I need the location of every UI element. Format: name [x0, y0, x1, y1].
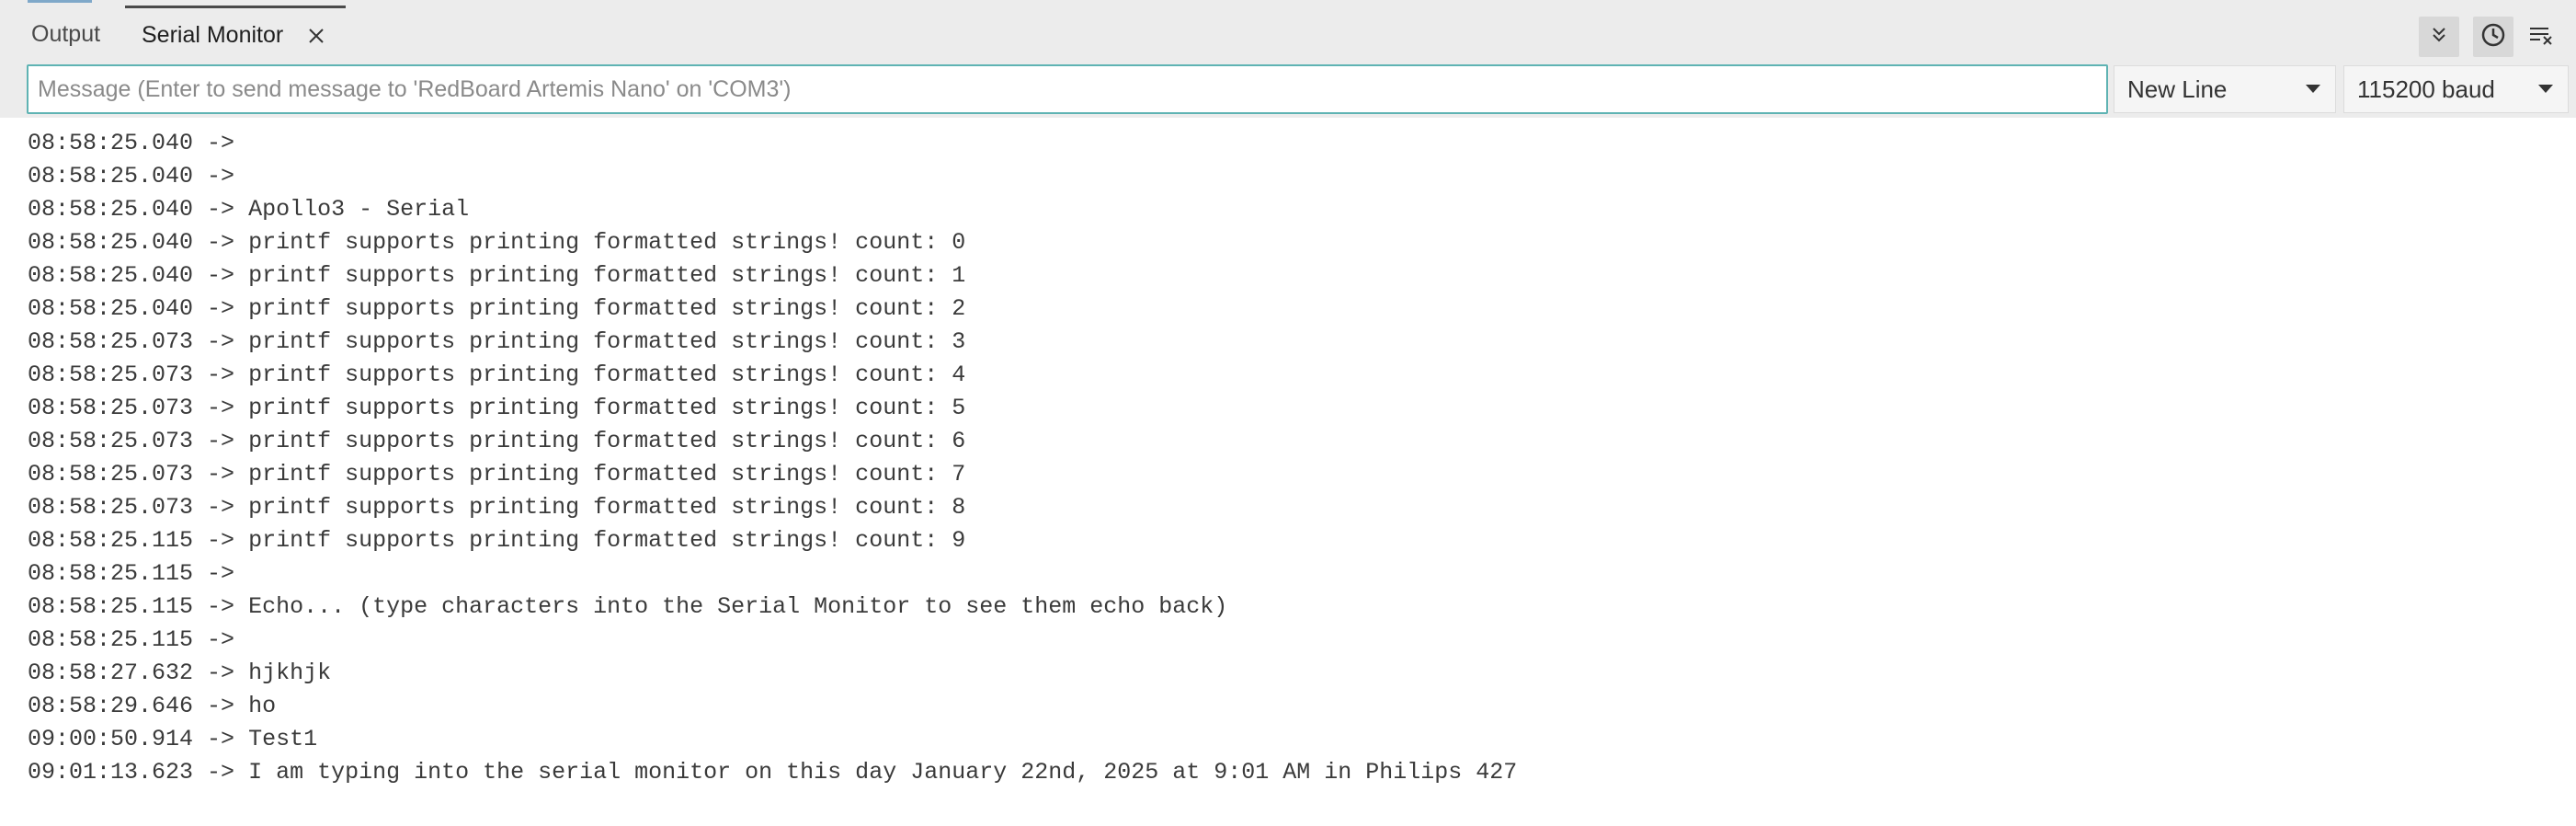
- serial-monitor-panel: Output Serial Monitor Message (Enter to …: [0, 0, 2576, 826]
- line-ending-value: New Line: [2127, 75, 2228, 103]
- log-message: printf supports printing formatted strin…: [248, 361, 966, 388]
- log-arrow: ->: [207, 163, 235, 189]
- log-line: 09:00:50.914 -> Test1: [28, 723, 2565, 756]
- log-line: 08:58:25.040 -> printf supports printing…: [28, 226, 2565, 259]
- log-message: printf supports printing formatted strin…: [248, 527, 966, 554]
- log-timestamp: 08:58:25.115: [28, 527, 194, 554]
- toggle-autoscroll-button[interactable]: [2419, 17, 2459, 57]
- log-message: printf supports printing formatted strin…: [248, 461, 966, 488]
- log-message: Apollo3 - Serial: [248, 196, 470, 223]
- log-message: printf supports printing formatted strin…: [248, 262, 966, 289]
- log-arrow: ->: [207, 560, 235, 587]
- log-arrow: ->: [207, 593, 235, 620]
- log-timestamp: 08:58:25.040: [28, 163, 194, 189]
- caret-down-icon: [2306, 85, 2320, 93]
- log-line: 08:58:29.646 -> ho: [28, 690, 2565, 723]
- log-arrow: ->: [207, 626, 235, 653]
- log-timestamp: 08:58:25.115: [28, 626, 194, 653]
- log-arrow: ->: [207, 660, 235, 686]
- log-message: ho: [248, 693, 277, 719]
- tab-serial-monitor[interactable]: Serial Monitor: [125, 6, 347, 63]
- log-line: 08:58:25.073 -> printf supports printing…: [28, 491, 2565, 524]
- log-line: 08:58:25.073 -> printf supports printing…: [28, 392, 2565, 425]
- log-timestamp: 08:58:25.040: [28, 196, 194, 223]
- log-timestamp: 08:58:25.040: [28, 262, 194, 289]
- log-line: 08:58:25.115 ->: [28, 557, 2565, 591]
- log-line: 08:58:25.040 -> Apollo3 - Serial: [28, 193, 2565, 226]
- log-timestamp: 09:01:13.623: [28, 759, 194, 786]
- log-arrow: ->: [207, 328, 235, 355]
- log-arrow: ->: [207, 196, 235, 223]
- log-message: printf supports printing formatted strin…: [248, 494, 966, 521]
- log-line: 08:58:25.073 -> printf supports printing…: [28, 326, 2565, 359]
- log-line: 08:58:25.115 -> printf supports printing…: [28, 524, 2565, 557]
- log-arrow: ->: [207, 295, 235, 322]
- log-arrow: ->: [207, 494, 235, 521]
- log-timestamp: 08:58:25.073: [28, 328, 194, 355]
- log-line: 08:58:25.115 -> Echo... (type characters…: [28, 591, 2565, 624]
- log-timestamp: 08:58:25.115: [28, 593, 194, 620]
- log-line: 08:58:25.040 -> printf supports printing…: [28, 259, 2565, 293]
- clear-output-icon: [2528, 24, 2554, 51]
- log-arrow: ->: [207, 130, 235, 156]
- log-timestamp: 08:58:25.073: [28, 428, 194, 454]
- log-arrow: ->: [207, 693, 235, 719]
- log-line: 08:58:25.073 -> printf supports printing…: [28, 458, 2565, 491]
- log-line: 08:58:25.073 -> printf supports printing…: [28, 425, 2565, 458]
- log-line: 08:58:25.115 ->: [28, 624, 2565, 657]
- log-timestamp: 08:58:25.115: [28, 560, 194, 587]
- log-arrow: ->: [207, 262, 235, 289]
- log-message: printf supports printing formatted strin…: [248, 328, 966, 355]
- message-input[interactable]: [27, 64, 2108, 114]
- log-arrow: ->: [207, 461, 235, 488]
- clear-output-button[interactable]: [2521, 17, 2561, 57]
- log-timestamp: 08:58:27.632: [28, 660, 194, 686]
- tab-serial-monitor-label: Serial Monitor: [142, 22, 284, 48]
- panel-tab-bar: Output Serial Monitor: [0, 6, 2576, 63]
- log-timestamp: 09:00:50.914: [28, 726, 194, 752]
- log-arrow: ->: [207, 428, 235, 454]
- log-message: printf supports printing formatted strin…: [248, 295, 966, 322]
- message-toolbar: New Line 115200 baud: [0, 63, 2576, 118]
- log-line: 08:58:25.073 -> printf supports printing…: [28, 359, 2565, 392]
- toggle-timestamp-button[interactable]: [2473, 17, 2513, 57]
- log-message: printf supports printing formatted strin…: [248, 428, 966, 454]
- log-timestamp: 08:58:25.040: [28, 130, 194, 156]
- top-accent: [28, 0, 92, 3]
- log-timestamp: 08:58:25.073: [28, 361, 194, 388]
- log-timestamp: 08:58:25.040: [28, 229, 194, 256]
- log-timestamp: 08:58:25.073: [28, 395, 194, 421]
- baud-rate-value: 115200 baud: [2357, 75, 2495, 103]
- log-line: 09:01:13.623 -> I am typing into the ser…: [28, 756, 2565, 789]
- log-arrow: ->: [207, 759, 235, 786]
- clock-icon: [2480, 22, 2506, 52]
- baud-rate-select[interactable]: 115200 baud: [2343, 65, 2569, 113]
- log-message: printf supports printing formatted strin…: [248, 395, 966, 421]
- tab-output-label: Output: [31, 20, 101, 47]
- log-arrow: ->: [207, 726, 235, 752]
- log-line: 08:58:25.040 ->: [28, 160, 2565, 193]
- log-arrow: ->: [207, 229, 235, 256]
- log-arrow: ->: [207, 395, 235, 421]
- log-line: 08:58:25.040 ->: [28, 127, 2565, 160]
- log-message: printf supports printing formatted strin…: [248, 229, 966, 256]
- log-timestamp: 08:58:25.073: [28, 494, 194, 521]
- log-message: hjkhjk: [248, 660, 332, 686]
- caret-down-icon: [2538, 85, 2553, 93]
- log-line: 08:58:25.040 -> printf supports printing…: [28, 293, 2565, 326]
- log-message: Echo... (type characters into the Serial…: [248, 593, 1228, 620]
- log-line: 08:58:27.632 -> hjkhjk: [28, 657, 2565, 690]
- log-arrow: ->: [207, 527, 235, 554]
- line-ending-select[interactable]: New Line: [2114, 65, 2336, 113]
- log-timestamp: 08:58:25.073: [28, 461, 194, 488]
- log-message: Test1: [248, 726, 318, 752]
- chevrons-down-icon: [2428, 24, 2450, 51]
- log-timestamp: 08:58:29.646: [28, 693, 194, 719]
- log-message: I am typing into the serial monitor on t…: [248, 759, 1518, 786]
- log-timestamp: 08:58:25.040: [28, 295, 194, 322]
- close-icon[interactable]: [303, 23, 329, 49]
- tab-output[interactable]: Output: [31, 6, 100, 63]
- log-arrow: ->: [207, 361, 235, 388]
- serial-output-log[interactable]: 08:58:25.040 -> 08:58:25.040 -> 08:58:25…: [28, 127, 2565, 808]
